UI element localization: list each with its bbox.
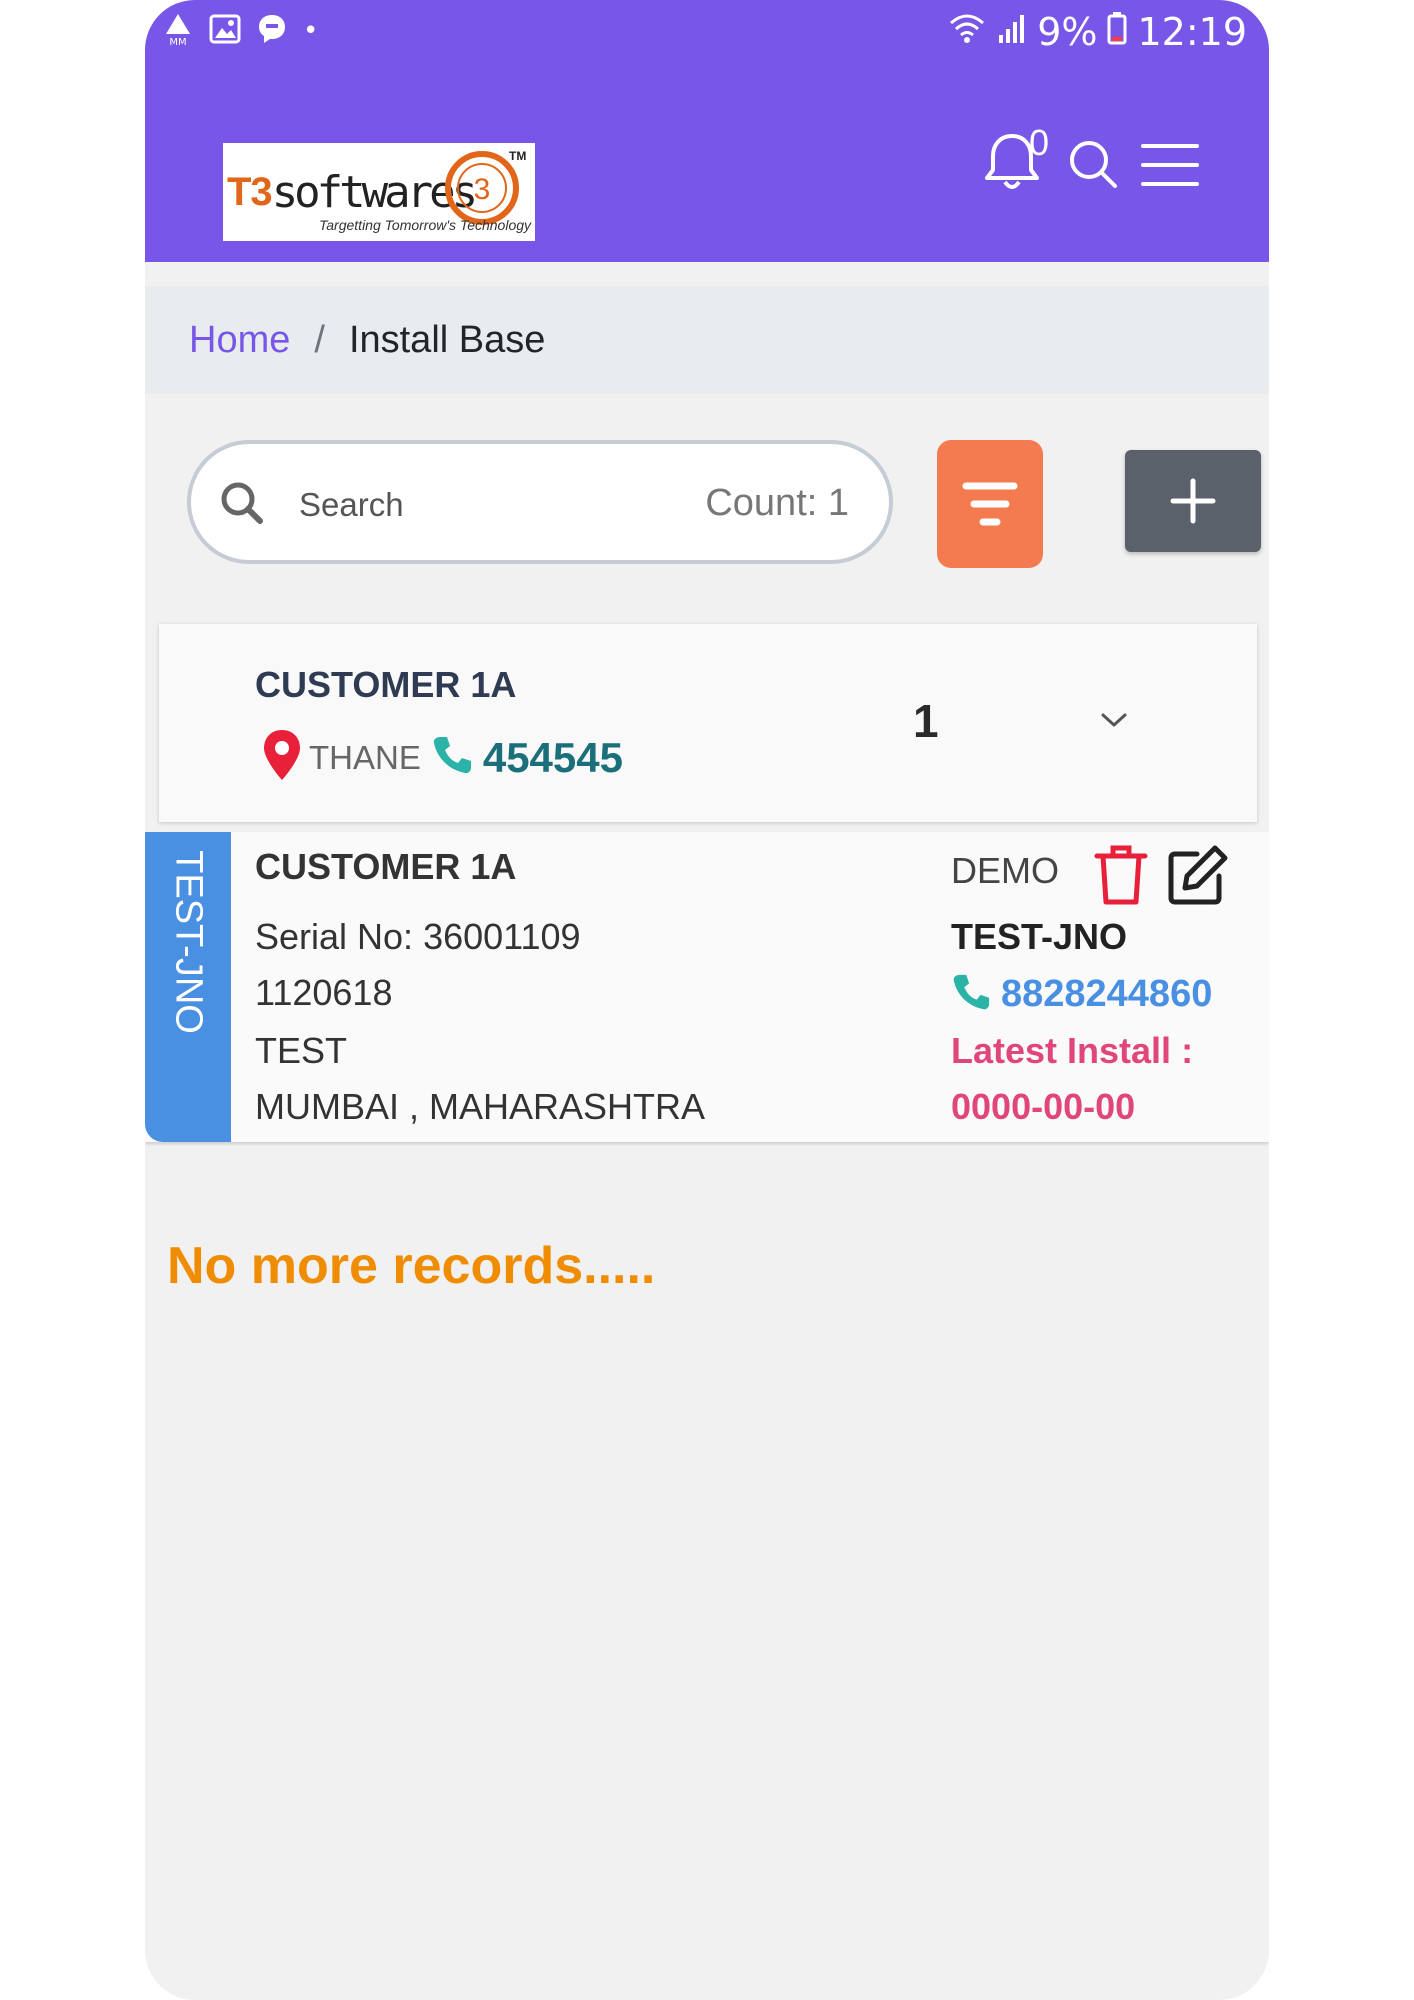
search-placeholder: Search (299, 486, 404, 523)
search-icon (1070, 141, 1117, 188)
record-location: MUMBAI , MAHARASHTRA (255, 1086, 706, 1127)
record-side-label: TEST-JNO (167, 850, 210, 1034)
customer-city: THANE (309, 738, 421, 776)
image-icon (209, 14, 241, 48)
logo-t3-text: T3 (227, 169, 273, 214)
latest-install-date: 0000-00-00 (951, 1086, 1136, 1127)
delete-button[interactable] (1093, 844, 1149, 911)
edit-icon (1168, 845, 1228, 905)
filter-button[interactable] (937, 440, 1043, 568)
svg-text:MM: MM (169, 37, 186, 46)
notification-count: 0 (1028, 122, 1049, 163)
record-code: 1120618 (255, 972, 393, 1013)
install-record[interactable]: TEST-JNO CUSTOMER 1A Serial No: 36001109… (145, 832, 1269, 1142)
chevron-down-icon[interactable] (1099, 710, 1129, 735)
record-phone[interactable]: 8828244860 (1001, 973, 1212, 1016)
status-left-icons: MM • (163, 12, 318, 50)
breadcrumb: Home / Install Base (145, 286, 1269, 394)
edit-button[interactable] (1167, 844, 1229, 911)
customer-phone[interactable]: 454545 (483, 734, 623, 782)
search-field-icon (219, 480, 265, 531)
phone-icon (951, 972, 991, 1017)
menu-icon (1141, 144, 1199, 186)
location-pin-icon (261, 728, 303, 787)
signal-icon (997, 10, 1027, 54)
header-actions: 0 (981, 122, 1199, 200)
status-right-icons: 9% 12:19 (947, 10, 1247, 54)
record-side-tab: TEST-JNO (145, 832, 231, 1142)
app-screen: MM • 9% 12:19 T3 softwares 3 TM Targetti… (145, 0, 1269, 2000)
search-input[interactable]: Search Count: 1 (187, 440, 893, 564)
customer-name: CUSTOMER 1A (255, 664, 517, 705)
wifi-icon (947, 10, 987, 54)
status-dot: • (303, 16, 319, 46)
search-result-count: Count: 1 (705, 482, 849, 524)
phone-icon (431, 734, 473, 781)
breadcrumb-home-link[interactable]: Home (189, 319, 290, 362)
customer-group-card[interactable]: CUSTOMER 1A THANE 454545 1 (159, 624, 1257, 822)
app-header: T3 softwares 3 TM Targetting Tomorrow's … (145, 66, 1269, 262)
search-button[interactable] (1067, 138, 1119, 195)
plus-icon (1170, 478, 1216, 524)
record-phone-row: 8828244860 (951, 972, 1212, 1017)
breadcrumb-separator: / (314, 318, 325, 361)
latest-install-label: Latest Install : (951, 1030, 1194, 1071)
filter-icon (962, 482, 1018, 526)
status-bar: MM • 9% 12:19 (145, 0, 1269, 66)
record-product: TEST (255, 1030, 348, 1071)
status-time: 12:19 (1137, 10, 1247, 54)
no-more-records-message: No more records..... (167, 1237, 656, 1295)
breadcrumb-current: Install Base (348, 318, 546, 361)
record-type: DEMO (951, 850, 1059, 891)
menu-button[interactable] (1141, 142, 1199, 193)
logo-tm: TM (509, 149, 527, 163)
record-customer-name: CUSTOMER 1A (255, 846, 517, 887)
messenger-icon (257, 13, 287, 49)
customer-contact-row: THANE 454545 (261, 728, 623, 787)
company-logo[interactable]: T3 softwares 3 TM Targetting Tomorrow's … (223, 143, 535, 241)
record-serial-number: Serial No: 36001109 (255, 916, 581, 957)
mm-signal-icon: MM (163, 12, 193, 50)
record-engineer: TEST-JNO (951, 916, 1128, 957)
notifications-button[interactable]: 0 (981, 122, 1051, 200)
trash-icon (1094, 845, 1148, 905)
logo-ring-number: 3 (474, 173, 491, 206)
battery-icon (1107, 10, 1127, 54)
battery-percent: 9% (1037, 10, 1098, 54)
customer-record-count: 1 (913, 695, 939, 747)
add-button[interactable] (1125, 450, 1261, 552)
logo-tagline: Targetting Tomorrow's Technology (319, 217, 532, 233)
